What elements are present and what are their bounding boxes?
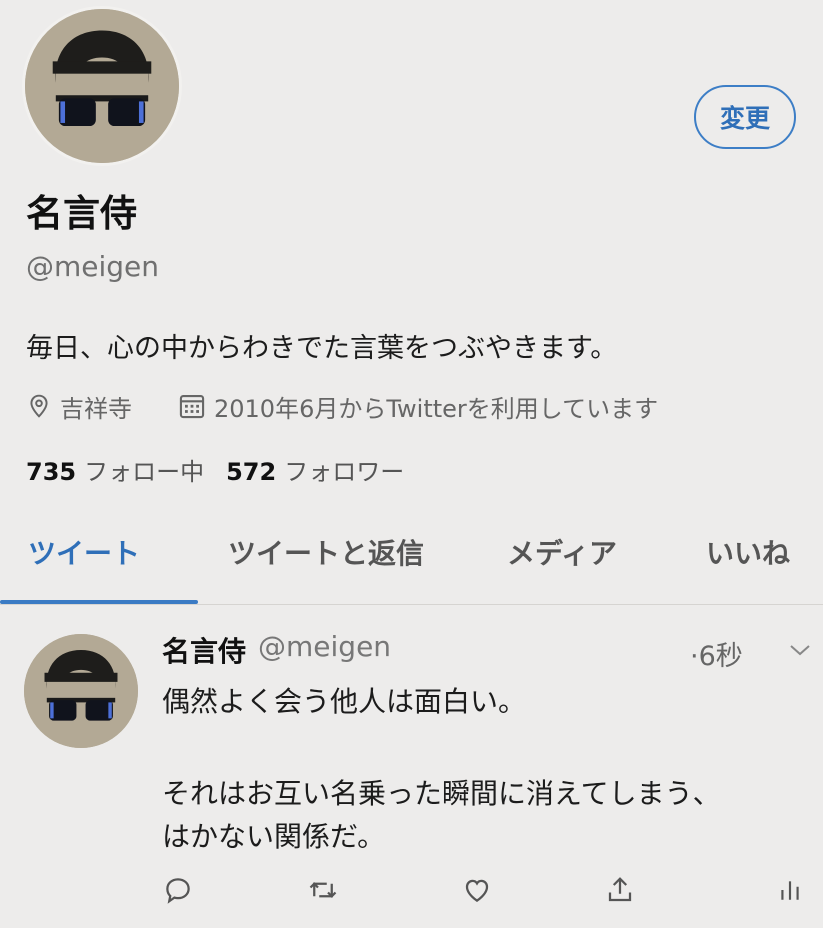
- retweet-button[interactable]: [305, 872, 341, 908]
- location-pin-icon: [30, 394, 48, 418]
- followers-count: 572: [226, 458, 277, 486]
- profile-joined: 2010年6月からTwitterを利用しています: [178, 388, 658, 424]
- like-button[interactable]: [459, 872, 495, 908]
- tab-tweets-and-replies[interactable]: ツイートと返信: [228, 532, 424, 572]
- reply-button[interactable]: [160, 872, 196, 908]
- profile-stats: 735 フォロー中 572 フォロワー: [26, 452, 404, 487]
- profile-location: 吉祥寺: [26, 388, 132, 424]
- following-count: 735: [26, 458, 77, 486]
- tweet-timestamp[interactable]: ·6秒: [690, 634, 743, 673]
- like-icon: [465, 879, 489, 902]
- analytics-button[interactable]: [772, 872, 808, 908]
- profile-avatar[interactable]: [22, 6, 182, 166]
- followers-link[interactable]: 572 フォロワー: [226, 452, 404, 487]
- followers-label: フォロワー: [284, 458, 405, 486]
- tweet-menu-button[interactable]: [788, 640, 812, 664]
- reply-icon: [166, 878, 190, 904]
- tweet-author-handle[interactable]: @meigen: [258, 630, 391, 670]
- location-text: 吉祥寺: [60, 394, 132, 423]
- tweet-text-line: それはお互い名乗った瞬間に消えてしまう、: [162, 777, 721, 810]
- share-button[interactable]: [602, 872, 638, 908]
- tab-likes[interactable]: いいね: [706, 532, 790, 572]
- share-icon: [608, 877, 632, 902]
- edit-profile-button[interactable]: 変更: [694, 85, 796, 149]
- chevron-down-icon: [790, 645, 810, 656]
- profile-handle: @meigen: [26, 250, 160, 283]
- tweet-author-name[interactable]: 名言侍: [162, 630, 246, 670]
- profile-display-name: 名言侍: [26, 192, 137, 235]
- following-label: フォロー中: [84, 458, 205, 486]
- profile-bio: 毎日、心の中からわきでた言葉をつぶやきます。: [26, 333, 618, 364]
- joined-text: 2010年6月からTwitterを利用しています: [214, 394, 659, 423]
- avatar-image: [25, 9, 179, 163]
- analytics-icon: [781, 881, 799, 900]
- tab-tweets[interactable]: ツイート: [28, 532, 140, 572]
- tab-media[interactable]: メディア: [507, 532, 617, 572]
- following-link[interactable]: 735 フォロー中: [26, 452, 204, 487]
- tweet-text-line: はかない関係だ。: [162, 820, 386, 853]
- tweet-avatar[interactable]: [24, 634, 138, 748]
- avatar-image: [24, 634, 138, 748]
- retweet-icon: [309, 882, 337, 898]
- calendar-icon: [179, 395, 205, 419]
- tweet-text-line: 偶然よく会う他人は面白い。: [162, 685, 527, 718]
- tweet-header: 名言侍 @meigen: [162, 630, 391, 670]
- tab-divider: [0, 604, 823, 605]
